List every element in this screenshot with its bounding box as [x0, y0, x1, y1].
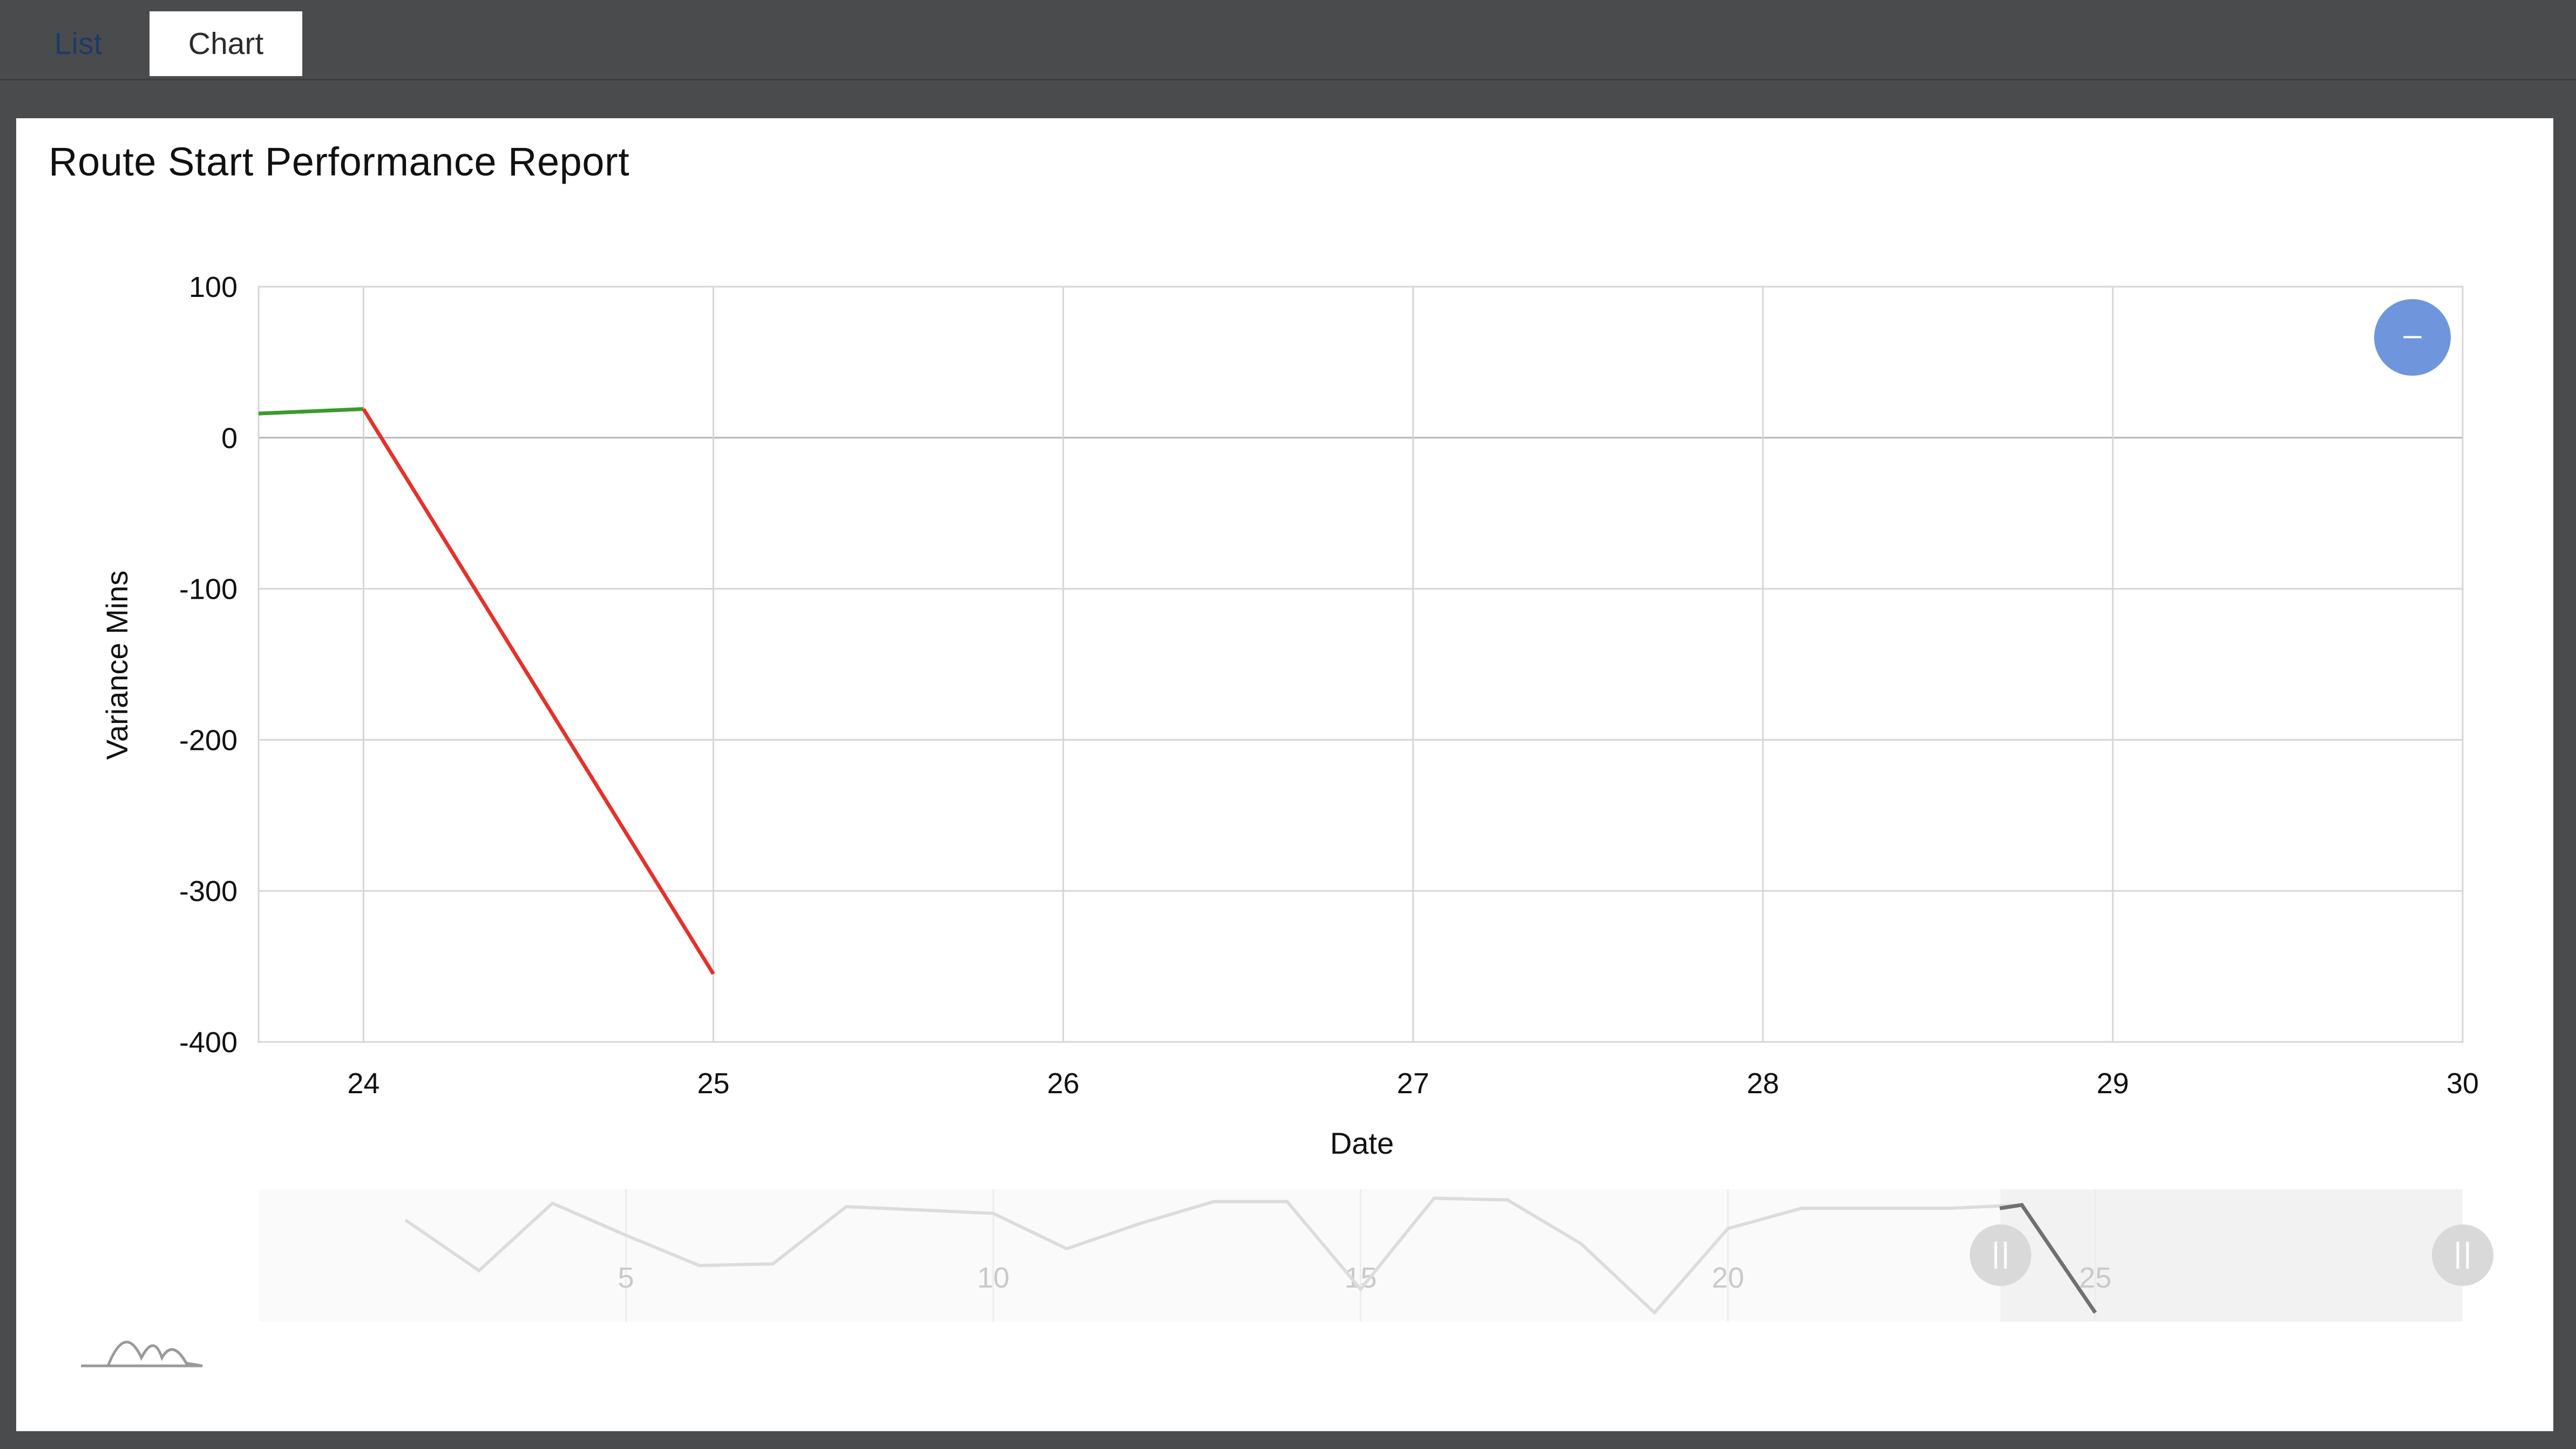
chart-grid — [259, 286, 2464, 1043]
y-tick-label: 0 — [221, 422, 238, 455]
navigator-tick-label: 20 — [1712, 1262, 1744, 1294]
x-tick-label: 30 — [2446, 1067, 2479, 1100]
x-tick-label: 26 — [1047, 1067, 1080, 1100]
zoom-out-button[interactable]: – — [2374, 299, 2451, 376]
variance-chart: 100 0 -100 -200 -300 -400 24 25 26 27 28 29 30 Date… — [81, 271, 2493, 1367]
x-axis-ticks: 24 25 26 27 28 29 30 — [347, 1067, 2479, 1100]
navigator-selected-range[interactable] — [2001, 1189, 2463, 1322]
navigator-tick-label: 10 — [977, 1262, 1009, 1294]
y-tick-label: -400 — [179, 1026, 238, 1059]
chart-series — [258, 407, 715, 975]
y-axis-ticks: 100 0 -100 -200 -300 -400 — [179, 271, 238, 1059]
y-tick-label: -300 — [179, 875, 238, 908]
plot-area-border — [257, 286, 2464, 1043]
x-tick-label: 28 — [1747, 1067, 1779, 1100]
navigator-tick-label: 25 — [2079, 1262, 2111, 1294]
x-tick-label: 27 — [1397, 1067, 1429, 1100]
navigator-tick-label: 5 — [618, 1262, 634, 1294]
navigator-toggle-icon[interactable] — [81, 1340, 203, 1367]
y-axis-title: Variance Mins — [100, 571, 134, 760]
navigator-right-handle[interactable] — [2432, 1224, 2493, 1286]
navigator-left-handle[interactable] — [1970, 1224, 2031, 1286]
x-tick-label: 29 — [2097, 1067, 2129, 1100]
y-tick-label: 100 — [189, 271, 238, 303]
zoom-out-icon[interactable]: – — [2403, 316, 2422, 353]
x-axis-title: Date — [1330, 1126, 1394, 1160]
y-tick-label: -100 — [179, 573, 238, 606]
range-navigator[interactable]: 5 10 15 20 25 — [259, 1189, 2493, 1322]
y-tick-label: -200 — [179, 724, 238, 756]
x-tick-label: 24 — [347, 1067, 379, 1100]
series-line-2 — [362, 408, 715, 975]
x-tick-label: 25 — [697, 1067, 729, 1100]
series-line-1 — [258, 407, 364, 416]
